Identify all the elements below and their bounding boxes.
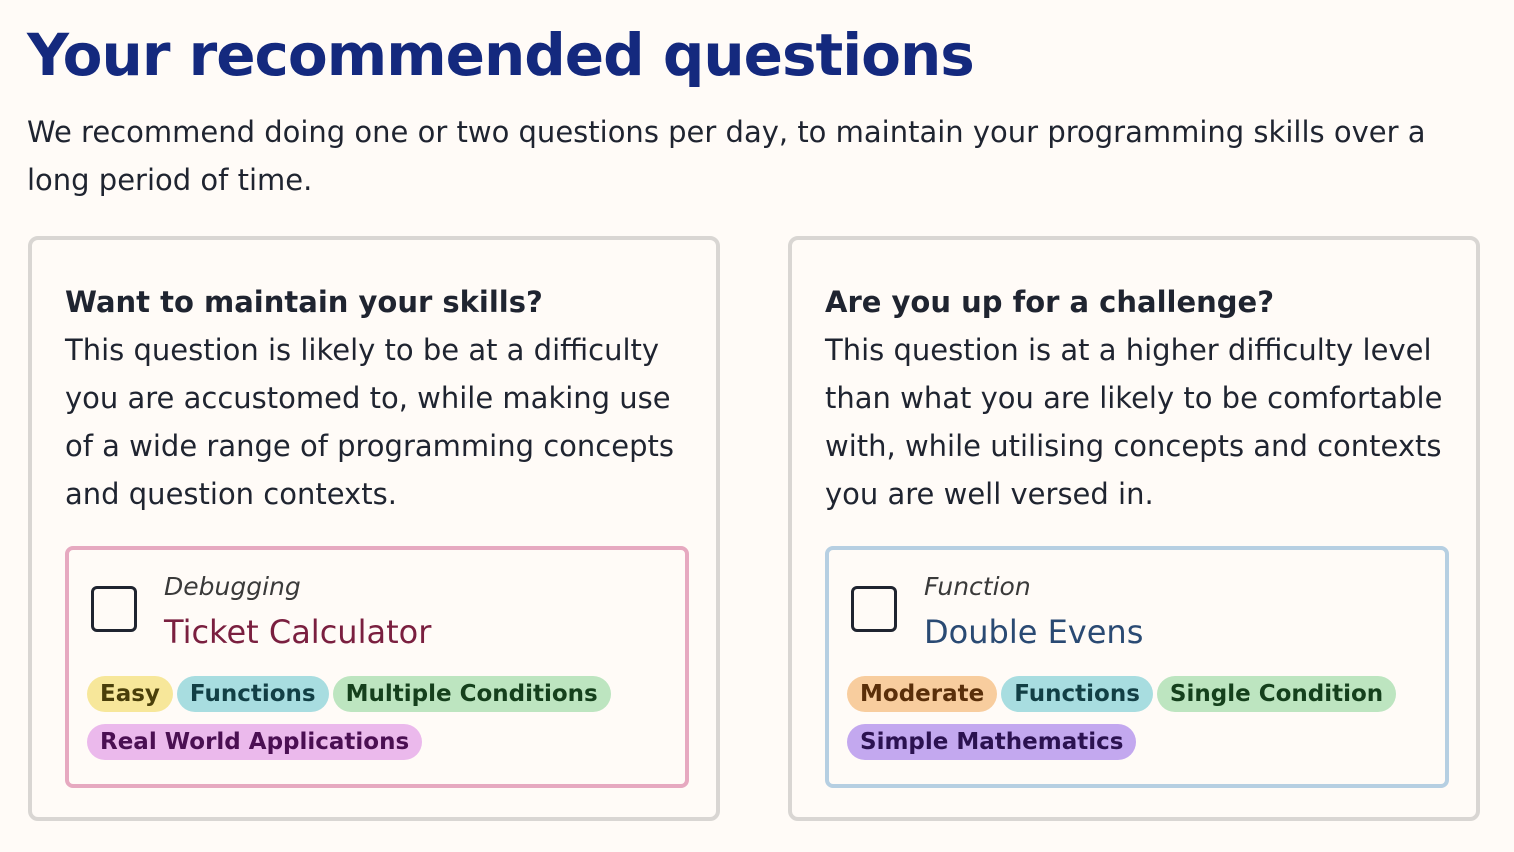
tag-multiple-conditions: Multiple Conditions — [332, 676, 611, 712]
card-description: This question is at a higher difficulty … — [825, 333, 1443, 511]
tag-difficulty-moderate: Moderate — [847, 676, 998, 712]
card-heading: Are you up for a challenge? — [825, 285, 1275, 319]
completion-checkbox[interactable] — [851, 586, 897, 632]
card-description: This question is likely to be at a diffi… — [65, 333, 674, 511]
tag-single-condition: Single Condition — [1156, 676, 1397, 712]
question-type: Function — [924, 572, 1031, 601]
card-heading: Want to maintain your skills? — [65, 285, 543, 319]
tag-simple-mathematics: Simple Mathematics — [847, 724, 1137, 760]
tag-list: Easy Functions Multiple Conditions Real Wor… — [87, 676, 647, 772]
question-title-link[interactable]: Ticket Calculator — [164, 608, 431, 656]
page-intro: We recommend doing one or two questions … — [27, 115, 1426, 197]
tag-functions: Functions — [176, 676, 329, 712]
completion-checkbox[interactable] — [91, 586, 137, 632]
question-card-double-evens[interactable]: Function Double Evens Moderate Functions S… — [825, 546, 1449, 788]
tag-list: Moderate Functions Single Condition Simple … — [847, 676, 1407, 772]
card-challenge: Are you up for a challenge? This questio… — [788, 236, 1480, 821]
question-card-ticket-calculator[interactable]: Debugging Ticket Calculator Easy Function… — [65, 546, 689, 788]
question-title-link[interactable]: Double Evens — [924, 608, 1143, 656]
tag-difficulty-easy: Easy — [87, 676, 173, 712]
page-title: Your recommended questions — [27, 21, 975, 89]
card-maintain-skills: Want to maintain your skills? This quest… — [28, 236, 720, 821]
question-type: Debugging — [164, 572, 301, 601]
tag-real-world-applications: Real World Applications — [87, 724, 423, 760]
tag-functions: Functions — [1001, 676, 1153, 712]
